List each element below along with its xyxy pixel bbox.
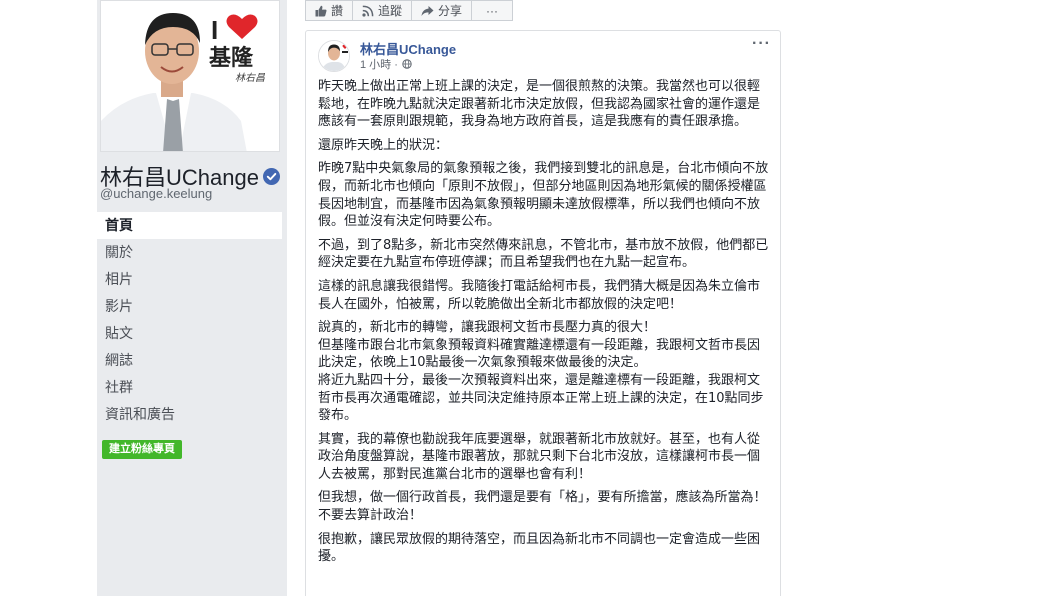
post-paragraph: 說真的，新北市的轉彎，讓我跟柯文哲市長壓力真的很大！ 但基隆市跟台北市氣象預報資…: [318, 320, 764, 424]
nav-item-about[interactable]: 關於: [97, 239, 282, 266]
post-body: 昨天晚上做出正常上班上課的決定，是一個很煎熬的決策。我當然也可以很輕鬆地，在昨晚…: [318, 78, 772, 572]
page-edge: [1048, 0, 1060, 596]
profile-photo-illustration: I 基隆 林右昌: [101, 1, 279, 151]
like-button[interactable]: 讚: [305, 0, 354, 21]
post-timestamp[interactable]: 1 小時 ·: [360, 56, 398, 72]
follow-button[interactable]: 追蹤: [352, 0, 413, 21]
page-action-bar: 讚 追蹤 分享 ···: [305, 0, 514, 21]
post-meta: 1 小時 ·: [360, 56, 412, 72]
post-paragraph: 昨晚7點中央氣象局的氣象預報之後，我們接到雙北的訊息是，台北市傾向不放假，而新北…: [318, 161, 769, 230]
page-handle: @uchange.keelung: [100, 186, 213, 201]
post-paragraph: 其實，我的幕僚也勸說我年底要選舉，就跟著新北市放就好。甚至，也有人從政治角度盤算…: [318, 431, 761, 482]
post-paragraph: 不過，到了8點多，新北市突然傳來訊息，不管北市，基市放不放假，他們都已經決定要在…: [318, 237, 769, 271]
share-arrow-icon: [421, 5, 434, 16]
nav-item-notes[interactable]: 網誌: [97, 347, 282, 374]
svg-text:基隆: 基隆: [209, 46, 254, 71]
author-avatar-image: [319, 41, 349, 71]
thumbs-up-icon: [315, 5, 327, 16]
post-options-button[interactable]: ···: [752, 35, 771, 53]
nav-item-home[interactable]: 首頁: [97, 212, 282, 239]
more-options-button[interactable]: ···: [471, 0, 514, 21]
post-paragraph: 這樣的訊息讓我很錯愕。我隨後打電話給柯市長，我們猜大概是因為朱立倫市長人在國外，…: [318, 278, 761, 312]
verified-badge-icon: [262, 167, 280, 185]
create-page-button[interactable]: 建立粉絲專頁: [102, 440, 182, 459]
share-label: 分享: [438, 4, 463, 18]
page-sidebar: I 基隆 林右昌 林右昌UChange @uchange.keelung 首頁 …: [97, 0, 287, 596]
nav-item-info-ads[interactable]: 資訊和廣告: [97, 401, 282, 428]
nav-item-photos[interactable]: 相片: [97, 266, 282, 293]
post-paragraph: 昨天晚上做出正常上班上課的決定，是一個很煎熬的決策。我當然也可以很輕鬆地，在昨晚…: [318, 79, 761, 130]
rss-follow-icon: [362, 5, 374, 17]
nav-item-posts[interactable]: 貼文: [97, 320, 282, 347]
svg-text:林右昌: 林右昌: [235, 72, 266, 84]
follow-label: 追蹤: [378, 4, 403, 18]
like-label: 讚: [331, 4, 344, 18]
post-paragraph: 還原昨天晚上的狀況：: [318, 137, 449, 153]
post-paragraph: 但我想，做一個行政首長，我們還是要有「格」，要有所擔當，應該為所當為！不要去算計…: [318, 490, 767, 524]
post-paragraph: 很抱歉，讓民眾放假的期待落空，而且因為新北市不同調也一定會造成一些困擾。: [318, 531, 761, 565]
nav-item-community[interactable]: 社群: [97, 374, 282, 401]
page-nav: 首頁 關於 相片 影片 貼文 網誌 社群 資訊和廣告: [97, 212, 282, 428]
globe-icon: [402, 59, 412, 69]
more-dots-icon: ···: [486, 3, 499, 18]
svg-text:I: I: [211, 15, 218, 45]
nav-item-videos[interactable]: 影片: [97, 293, 282, 320]
profile-picture[interactable]: I 基隆 林右昌: [100, 0, 280, 152]
share-button[interactable]: 分享: [411, 0, 473, 21]
post-card: 林右昌UChange 1 小時 · ··· 昨天晚上做出正常上班上課的決定，是一…: [305, 30, 781, 596]
post-author-avatar[interactable]: [318, 40, 350, 72]
